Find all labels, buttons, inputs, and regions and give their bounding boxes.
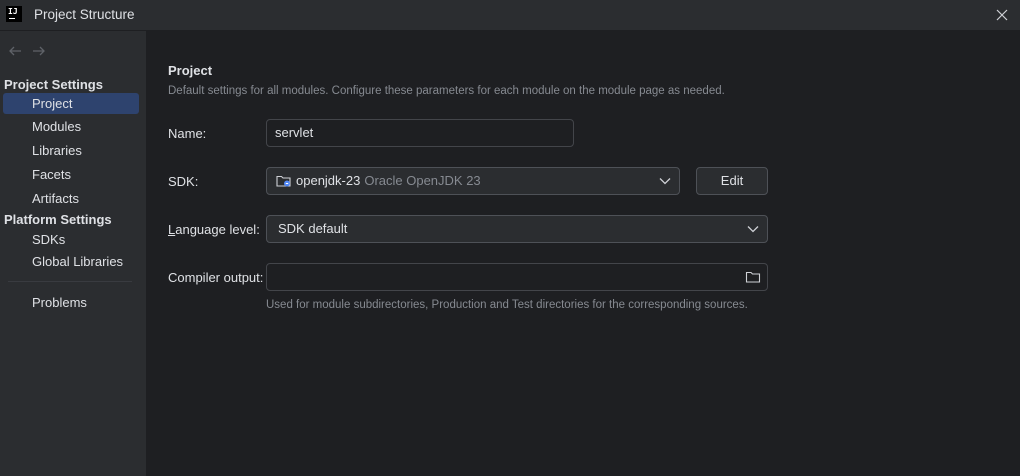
sdk-folder-icon [276,175,291,187]
close-button[interactable] [992,5,1012,25]
forward-button[interactable] [31,44,47,58]
language-level-label-text: anguage level: [175,222,260,237]
compiler-output-field[interactable] [266,263,768,291]
sdk-vendor: Oracle OpenJDK 23 [364,173,481,188]
title-bar: IJ Project Structure [0,0,1020,31]
sidebar-item-project[interactable]: Project [3,93,139,114]
sidebar-item-global-libraries[interactable]: Global Libraries [3,251,139,272]
close-icon [996,9,1008,21]
name-label: Name: [168,126,207,141]
name-field[interactable]: servlet [266,119,574,147]
language-level-label: Language level: [168,222,260,237]
app-icon-text: IJ [8,7,18,16]
sdk-label: SDK: [168,174,199,189]
arrow-right-icon [33,46,45,56]
sidebar-item-libraries[interactable]: Libraries [3,140,139,161]
arrow-left-icon [9,46,21,56]
browse-folder-icon[interactable] [745,270,761,284]
sdk-dropdown[interactable]: openjdk-23 Oracle OpenJDK 23 [266,167,680,195]
compiler-output-label: Compiler output: [168,270,264,285]
back-button[interactable] [7,44,23,58]
sdk-name: openjdk-23 [296,173,361,188]
language-level-value: SDK default [278,221,348,236]
sidebar-item-facets[interactable]: Facets [3,164,139,185]
sidebar-divider [8,281,132,282]
compiler-output-hint: Used for module subdirectories, Producti… [266,299,748,311]
sidebar: Project Settings Project Modules Librari… [0,31,147,476]
sidebar-item-modules[interactable]: Modules [3,116,139,137]
sidebar-item-problems[interactable]: Problems [3,292,139,313]
chevron-down-icon [659,178,671,185]
section-platform-settings: Platform Settings [4,212,112,227]
sidebar-item-sdks[interactable]: SDKs [3,229,139,250]
sidebar-item-artifacts[interactable]: Artifacts [3,188,139,209]
language-level-dropdown[interactable]: SDK default [266,215,768,243]
page-title: Project [168,63,213,78]
sdk-edit-button[interactable]: Edit [696,167,768,195]
main-panel: Project Default settings for all modules… [148,31,1020,476]
section-project-settings: Project Settings [4,77,103,92]
page-description: Default settings for all modules. Config… [168,85,725,97]
window-title: Project Structure [34,7,135,22]
chevron-down-icon [747,226,759,233]
intellij-app-icon: IJ [6,6,22,22]
